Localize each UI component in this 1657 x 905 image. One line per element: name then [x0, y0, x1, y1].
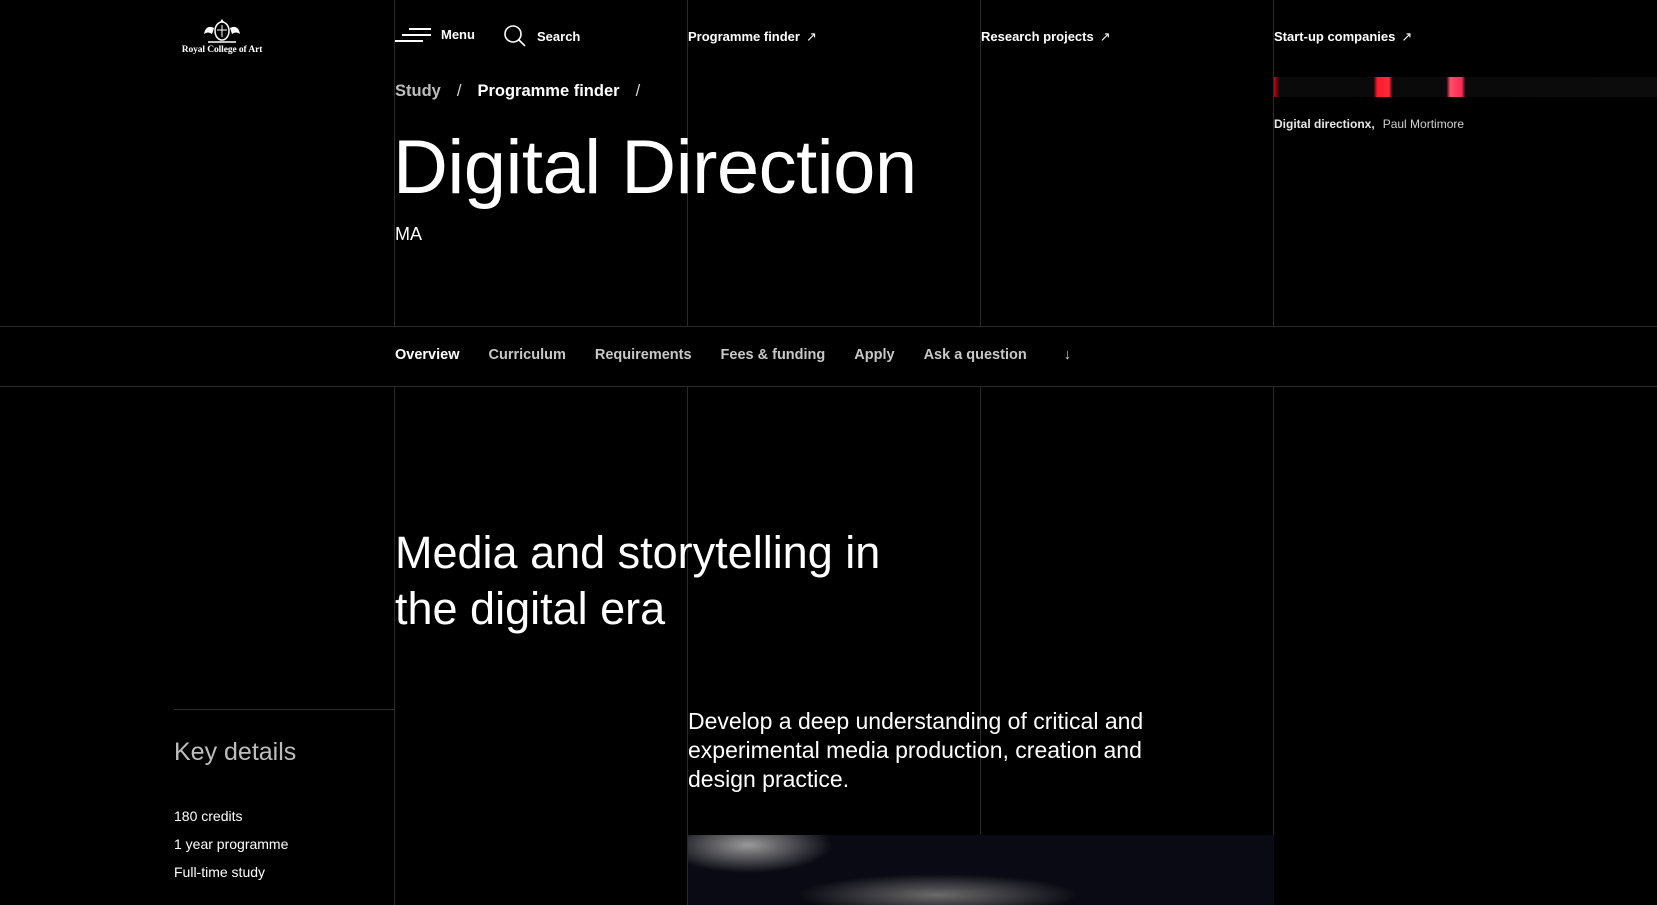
programme-subnav: Overview Curriculum Requirements Fees & … [395, 347, 1129, 363]
grid-line [687, 386, 688, 905]
external-arrow-icon: ↗ [1401, 29, 1413, 44]
degree-label: MA [395, 224, 422, 244]
breadcrumb: Study / Programme finder / [395, 82, 656, 101]
programme-finder-label: Programme finder [688, 29, 800, 44]
tab-apply[interactable]: Apply [854, 347, 894, 363]
key-details-list: 180 credits 1 year programme Full-time s… [174, 808, 288, 892]
startup-companies-label: Start-up companies [1274, 29, 1396, 44]
section-headline: Media and storytelling in the digital er… [395, 527, 881, 634]
grid-line [1273, 0, 1274, 326]
menu-button[interactable]: Menu [395, 26, 475, 42]
breadcrumb-programme-finder[interactable]: Programme finder [477, 82, 619, 101]
hamburger-icon [395, 26, 431, 42]
research-projects-link[interactable]: Research projects ↗ [981, 29, 1111, 45]
grid-line [1273, 386, 1274, 836]
search-icon [504, 25, 526, 47]
tab-fees-funding[interactable]: Fees & funding [721, 347, 826, 363]
key-detail-item: 1 year programme [174, 836, 289, 852]
feature-image [688, 835, 1274, 905]
tab-requirements[interactable]: Requirements [595, 347, 692, 363]
grid-line [394, 386, 395, 905]
external-arrow-icon: ↗ [805, 29, 817, 44]
breadcrumb-study[interactable]: Study [395, 82, 441, 101]
startup-companies-link[interactable]: Start-up companies ↗ [1274, 29, 1412, 45]
divider [0, 326, 1657, 327]
divider [0, 386, 1657, 387]
image-caption: Digital directionx, Paul Mortimore [1274, 117, 1464, 131]
menu-label: Menu [441, 26, 475, 42]
breadcrumb-separator: / [456, 82, 462, 100]
breadcrumb-separator: / [635, 82, 641, 100]
research-projects-label: Research projects [981, 29, 1094, 44]
tab-ask-question[interactable]: Ask a question ↓ [924, 347, 1100, 363]
divider [174, 709, 394, 710]
page-title: Digital Direction [393, 125, 917, 210]
tab-overview[interactable]: Overview [395, 347, 460, 363]
key-details-title: Key details [174, 738, 297, 766]
rca-logo[interactable]: Royal College of Art [174, 16, 270, 55]
tab-curriculum[interactable]: Curriculum [489, 347, 566, 363]
arrow-down-icon: ↓ [1063, 347, 1071, 363]
grid-line [980, 0, 981, 326]
image-caption-author: Paul Mortimore [1382, 117, 1465, 131]
ask-question-label: Ask a question [923, 347, 1027, 363]
key-detail-item: 180 credits [174, 808, 243, 824]
logo-text: Royal College of Art [181, 45, 263, 55]
search-button[interactable]: Search [503, 24, 580, 48]
crest-icon [204, 19, 240, 43]
intro-text: Develop a deep understanding of critical… [688, 708, 1144, 792]
hero-image [1274, 77, 1657, 97]
external-arrow-icon: ↗ [1099, 29, 1111, 44]
programme-finder-link[interactable]: Programme finder ↗ [688, 29, 817, 45]
search-label: Search [537, 28, 581, 44]
image-caption-title: Digital directionx, [1274, 117, 1375, 131]
key-detail-item: Full-time study [174, 864, 266, 880]
